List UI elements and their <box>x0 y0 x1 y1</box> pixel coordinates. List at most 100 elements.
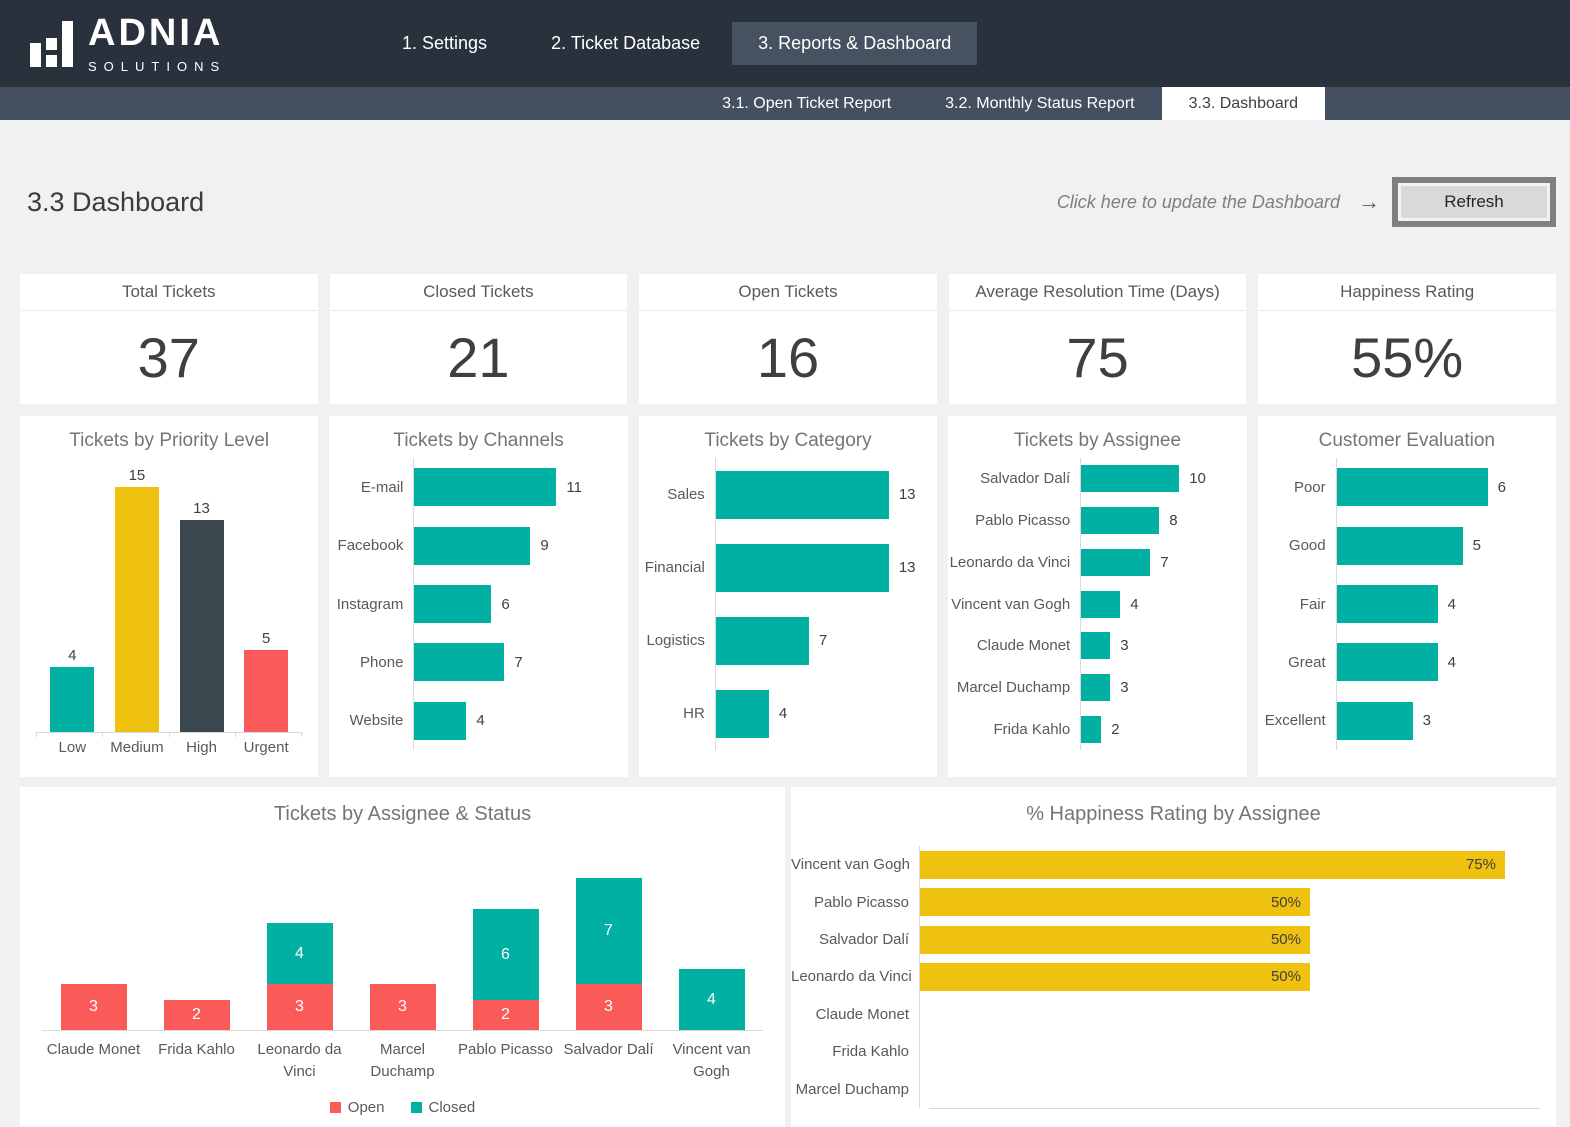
category-label-salvador-dal: Salvador Dalí <box>557 1039 660 1083</box>
bar-value-label: 6 <box>1498 479 1506 496</box>
bar-value-label: 13 <box>899 486 916 503</box>
segment-value-label: 4 <box>707 991 716 1009</box>
bar-urgent <box>244 650 288 732</box>
column-plot: 415135 <box>20 466 318 732</box>
sub-nav: 3.1. Open Ticket Report3.2. Monthly Stat… <box>0 87 1570 120</box>
bar-value-label: 15 <box>129 467 146 484</box>
title-row: 3.3 Dashboard Click here to update the D… <box>0 120 1570 250</box>
bar-value-label: 5 <box>1473 537 1481 554</box>
happiness-by-assignee-chart: Vincent van Gogh75%Pablo Picasso50%Salva… <box>791 846 1556 1109</box>
bar-value-label: 6 <box>501 596 509 613</box>
bar-vincent-van-gogh <box>1081 591 1120 618</box>
bar-pablo-picasso <box>1081 507 1159 534</box>
priority-level-chart: 415135LowMediumHighUrgent <box>20 466 318 756</box>
segment-closed-leonardo-da-vinci: 4 <box>267 923 333 984</box>
page-title: 3.3 Dashboard <box>27 187 204 218</box>
subnav-tab-3-1-open-ticket-report[interactable]: 3.1. Open Ticket Report <box>695 87 918 120</box>
category-label-website: Website <box>329 712 413 729</box>
legend-swatch-open <box>330 1102 341 1113</box>
chart-card-category: Tickets by Category Sales13Financial13Lo… <box>639 416 937 777</box>
bar-row-frida-kahlo: Frida Kahlo <box>791 1033 1556 1070</box>
bar-plot: 3 <box>1080 667 1246 709</box>
bar-good <box>1337 527 1463 565</box>
nav-tab-2-ticket-database[interactable]: 2. Ticket Database <box>519 22 732 65</box>
main-nav: 1. Settings2. Ticket Database3. Reports … <box>370 22 977 65</box>
category-label-fair: Fair <box>1258 596 1336 613</box>
category-label-salvador-dal: Salvador Dalí <box>948 470 1080 487</box>
bar-plot: 50% <box>919 883 1556 920</box>
bar-row-claude-monet: Claude Monet <box>791 996 1556 1033</box>
stack-pablo-picasso: 62 <box>454 909 557 1030</box>
category-label-pablo-picasso: Pablo Picasso <box>791 894 919 911</box>
bar-row-e-mail: E-mail11 <box>329 458 627 516</box>
axis-tick <box>235 733 236 737</box>
stacked-plot: 3243362734 <box>20 836 785 1030</box>
bar-financial <box>716 544 889 592</box>
category-label-claude-monet: Claude Monet <box>948 637 1080 654</box>
kpi-card-average-resolution-time-days: Average Resolution Time (Days)75 <box>949 274 1247 404</box>
logo-bar-dots <box>46 38 57 67</box>
bar-pablo-picasso: 50% <box>920 888 1310 916</box>
hbar-chart: Sales13Financial13Logistics7HR4 <box>639 458 937 750</box>
bar-plot: 13 <box>715 458 937 531</box>
subnav-tab-3-2-monthly-status-report[interactable]: 3.2. Monthly Status Report <box>918 87 1161 120</box>
bar-plot: 4 <box>413 692 627 750</box>
bar-plot: 11 <box>413 458 627 516</box>
bar-marcel-duchamp <box>1081 674 1110 701</box>
category-label-claude-monet: Claude Monet <box>791 1006 919 1023</box>
segment-open-claude-monet: 3 <box>61 984 127 1030</box>
column-urgent: 5 <box>234 630 299 732</box>
category-label-excellent: Excellent <box>1258 712 1336 729</box>
category-label-vincent-van-gogh: Vincent van Gogh <box>791 856 919 873</box>
bar-row-sales: Sales 13 <box>639 458 937 531</box>
bar-high <box>180 520 224 732</box>
bar-hr <box>716 690 769 738</box>
category-label-vincent-van-gogh: Vincent van Gogh <box>660 1039 763 1083</box>
bar-poor <box>1337 468 1488 506</box>
bar-row-website: Website4 <box>329 692 627 750</box>
kpi-value: 75 <box>949 311 1247 403</box>
bar-plot <box>919 1071 1556 1108</box>
chart-title: % Happiness Rating by Assignee <box>791 803 1556 826</box>
stack-marcel-duchamp: 3 <box>351 984 454 1030</box>
category-labels: Claude MonetFrida KahloLeonardo da Vinci… <box>20 1031 785 1083</box>
category-label-facebook: Facebook <box>329 537 413 554</box>
stack-vincent-van-gogh: 4 <box>660 969 763 1030</box>
bar-plot <box>919 996 1556 1033</box>
bar-row-great: Great4 <box>1258 633 1556 691</box>
nav-tab-3-reports-dashboard[interactable]: 3. Reports & Dashboard <box>732 22 977 65</box>
bar-plot: 4 <box>1080 583 1246 625</box>
bar-value-label: 7 <box>514 654 522 671</box>
kpi-label: Average Resolution Time (Days) <box>949 274 1247 311</box>
category-label-claude-monet: Claude Monet <box>42 1039 145 1083</box>
column-medium: 15 <box>105 467 170 732</box>
bar-plot: 9 <box>413 516 627 574</box>
bar-plot: 50% <box>919 921 1556 958</box>
bar-row-poor: Poor6 <box>1258 458 1556 516</box>
refresh-button[interactable]: Refresh <box>1398 183 1550 221</box>
bar-row-good: Good5 <box>1258 516 1556 574</box>
axis-tick <box>36 733 37 737</box>
category-label-phone: Phone <box>329 654 413 671</box>
bar-value-label: 50% <box>1271 968 1301 985</box>
bar-value-label: 4 <box>779 705 787 722</box>
nav-tab-1-settings[interactable]: 1. Settings <box>370 22 519 65</box>
stack-leonardo-da-vinci: 43 <box>248 923 351 1030</box>
category-label-salvador-dal: Salvador Dalí <box>791 931 919 948</box>
segment-closed-pablo-picasso: 6 <box>473 909 539 1000</box>
bar-logistics <box>716 617 809 665</box>
category-label-sales: Sales <box>639 486 715 503</box>
app-header: ADNIA SOLUTIONS 1. Settings2. Ticket Dat… <box>0 0 1570 87</box>
assignee-chart: Salvador Dalí10Pablo Picasso8Leonardo da… <box>948 458 1246 750</box>
category-label-frida-kahlo: Frida Kahlo <box>948 721 1080 738</box>
axis-tick <box>169 733 170 737</box>
chart-title: Customer Evaluation <box>1258 430 1556 452</box>
bar-row-pablo-picasso: Pablo Picasso8 <box>948 500 1246 542</box>
subnav-tab-3-3-dashboard[interactable]: 3.3. Dashboard <box>1162 87 1325 120</box>
bar-row-claude-monet: Claude Monet3 <box>948 625 1246 667</box>
refresh-group: Click here to update the Dashboard → Ref… <box>1057 177 1556 227</box>
chart-title: Tickets by Category <box>639 430 937 452</box>
chart-card-priority-level: Tickets by Priority Level 415135LowMediu… <box>20 416 318 777</box>
bar-value-label: 3 <box>1120 679 1128 696</box>
bar-plot: 7 <box>413 633 627 691</box>
